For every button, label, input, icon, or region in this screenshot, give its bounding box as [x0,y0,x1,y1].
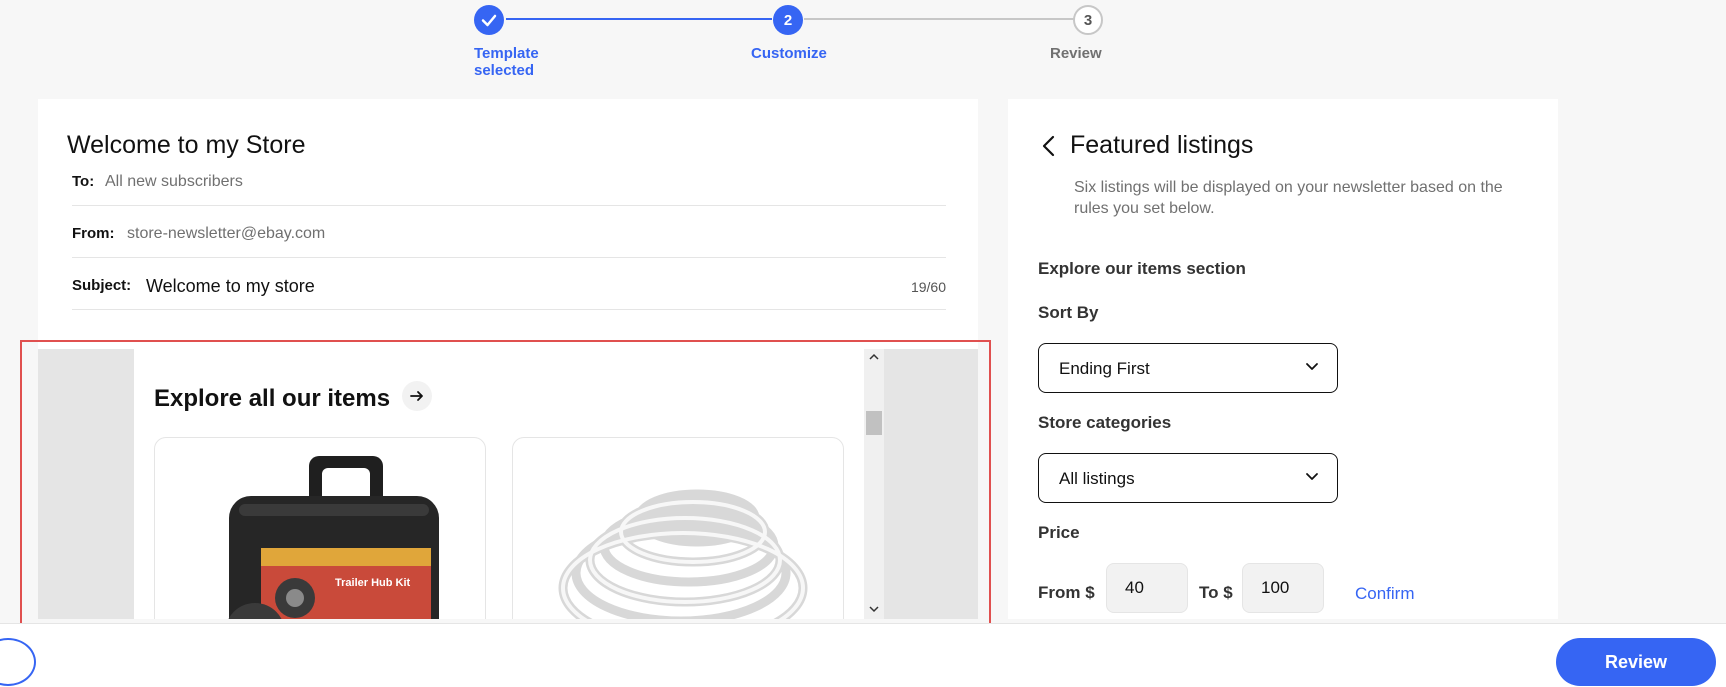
chevron-down-icon [1306,473,1318,480]
price-to-label: To $ [1199,583,1233,602]
price-label: Price [1038,523,1080,542]
confirm-link[interactable]: Confirm [1355,584,1415,604]
subject-input[interactable]: Welcome to my store [146,276,315,297]
subject-label: Subject: [72,277,132,294]
back-button[interactable] [1036,131,1060,161]
section-title: Explore our items section [1038,259,1246,278]
featured-listings-panel: Featured listings Six listings will be d… [1008,99,1558,619]
subject-char-count: 19/60 [910,279,946,295]
product-card[interactable] [512,437,844,619]
step-2-label: Customize [751,45,827,62]
panel-description: Six listings will be displayed on your n… [1074,179,1503,217]
chevron-left-icon [1042,135,1055,157]
step-3-circle[interactable]: 3 [1073,5,1103,35]
from-label: From: [72,225,115,242]
coiled-trim-image [558,489,808,619]
progress-stepper: 2 3 Template selected Customize Review [0,0,1726,90]
step-1-label: Template selected [474,45,539,79]
panel-title: Featured listings [1070,131,1254,159]
back-circle-button[interactable] [0,638,36,686]
step-connector-upcoming [804,18,1074,20]
step-3-label: Review [1050,45,1102,62]
chevron-down-icon [1306,363,1318,370]
from-value: store-newsletter@ebay.com [127,225,326,242]
newsletter-preview[interactable]: Explore all our items Trailer Hub Kit [38,349,978,619]
email-title: Welcome to my Store [67,131,306,159]
step-1-circle[interactable] [474,5,504,35]
explore-section-title: Explore all our items [154,385,391,412]
to-value: All new subscribers [105,173,243,190]
svg-text:Trailer Hub Kit: Trailer Hub Kit [335,577,411,589]
to-row: To: All new subscribers [72,163,946,206]
email-editor-card: Welcome to my Store To: All new subscrib… [38,99,978,619]
preview-content: Explore all our items Trailer Hub Kit [134,349,866,619]
check-icon [481,14,497,27]
scroll-up-icon[interactable] [869,352,879,362]
arrow-right-icon[interactable] [402,381,432,411]
step-2-circle[interactable]: 2 [773,5,803,35]
sort-by-value: Ending First [1059,359,1150,378]
step-connector-complete [506,18,772,20]
store-categories-value: All listings [1059,469,1135,488]
preview-scrollbar[interactable] [864,349,884,619]
store-categories-label: Store categories [1038,413,1172,432]
from-row: From: store-newsletter@ebay.com [72,205,946,258]
price-to-input[interactable]: 100 [1242,563,1324,613]
sort-by-select[interactable]: Ending First [1038,343,1338,393]
store-categories-select[interactable]: All listings [1038,453,1338,503]
subject-row[interactable]: Subject: Welcome to my store 19/60 [72,257,946,310]
price-from-label: From $ [1038,583,1095,602]
review-button[interactable]: Review [1556,638,1716,686]
to-label: To: [72,173,95,190]
product-card[interactable]: Trailer Hub Kit [154,437,486,619]
trailer-hub-kit-image: Trailer Hub Kit [228,456,439,619]
sort-by-label: Sort By [1038,303,1099,322]
footer-bar: Review [0,623,1726,687]
price-from-input[interactable]: 40 [1106,563,1188,613]
scroll-down-icon[interactable] [869,604,879,614]
scroll-thumb[interactable] [866,411,882,435]
